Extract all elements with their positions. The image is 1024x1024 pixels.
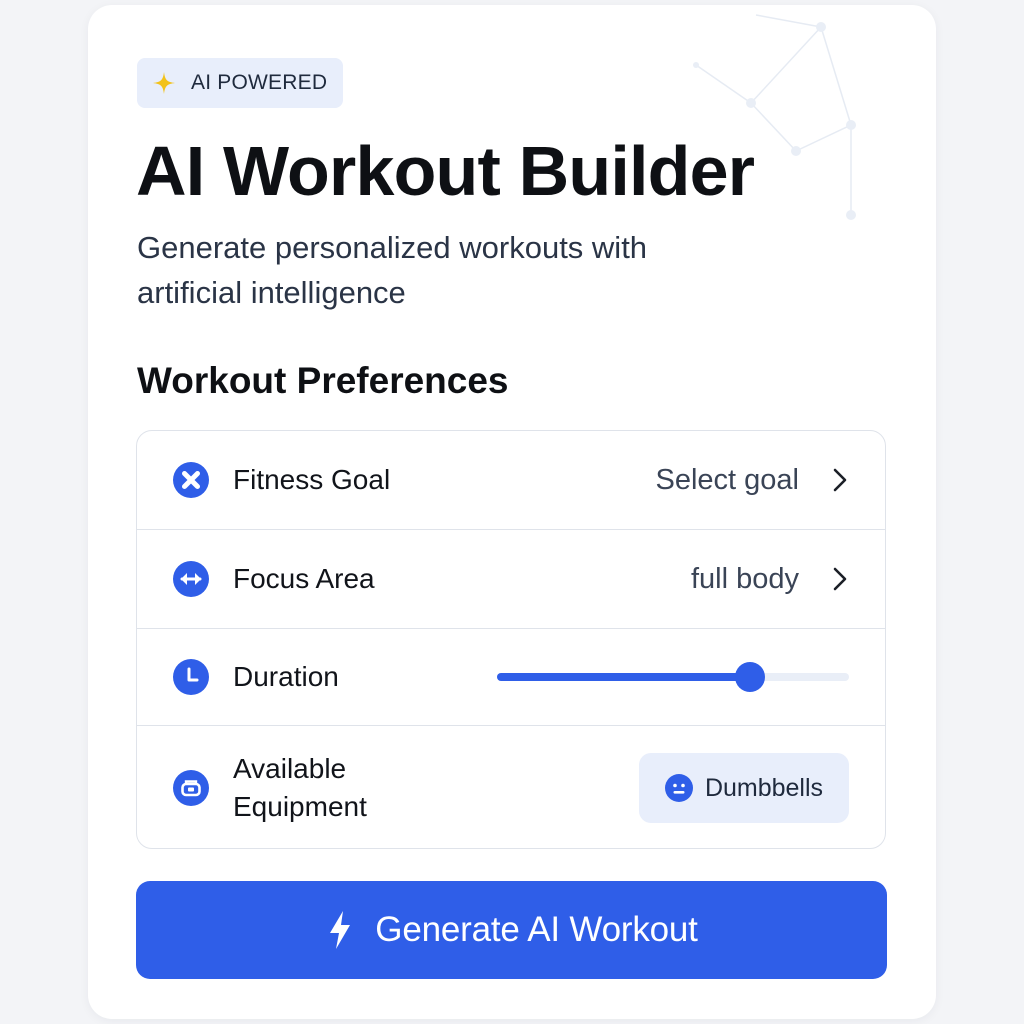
equipment-chip-label: Dumbbells — [704, 773, 824, 802]
fitness-goal-label: Fitness Goal — [233, 464, 391, 495]
dumbbell-face-icon — [664, 774, 693, 802]
page-title: AI Workout Builder — [136, 132, 755, 210]
dumbbells-chip[interactable]: Dumbbells — [639, 753, 849, 823]
fitness-goal-row[interactable]: Fitness Goal Select goal — [137, 431, 885, 530]
chevron-right-icon — [833, 567, 847, 591]
preferences-list: Fitness Goal Select goal Focus Area full… — [136, 430, 886, 849]
generate-workout-button[interactable]: Generate AI Workout — [136, 881, 887, 979]
focus-area-value[interactable]: full body — [691, 563, 799, 596]
focus-area-label: Focus Area — [233, 563, 375, 594]
arrows-horizontal-icon — [173, 561, 209, 597]
lightning-icon — [330, 911, 351, 949]
duration-slider-fill — [497, 673, 751, 681]
target-cross-icon — [173, 462, 209, 498]
chevron-right-icon — [833, 468, 847, 492]
equipment-label: Available Equipment — [233, 753, 367, 822]
duration-slider-thumb[interactable] — [735, 662, 766, 692]
equipment-row: Available Equipment Dumbbells — [137, 726, 885, 848]
generate-button-label: Generate AI Workout — [375, 910, 698, 949]
clock-icon — [173, 659, 209, 695]
duration-slider[interactable] — [497, 662, 849, 692]
focus-area-row[interactable]: Focus Area full body — [137, 530, 885, 629]
badge-label: AI POWERED — [191, 71, 328, 94]
section-title: Workout Preferences — [137, 360, 509, 401]
equipment-icon — [173, 770, 209, 806]
fitness-goal-value[interactable]: Select goal — [656, 464, 800, 497]
page-subtitle: Generate personalized workouts with arti… — [137, 230, 648, 310]
duration-label: Duration — [233, 661, 339, 692]
workout-builder-card: AI POWERED AI Workout Builder Generate p… — [88, 5, 936, 1019]
ai-powered-badge: AI POWERED — [137, 58, 344, 108]
duration-row: Duration — [137, 629, 885, 726]
sparkle-icon — [153, 72, 175, 94]
